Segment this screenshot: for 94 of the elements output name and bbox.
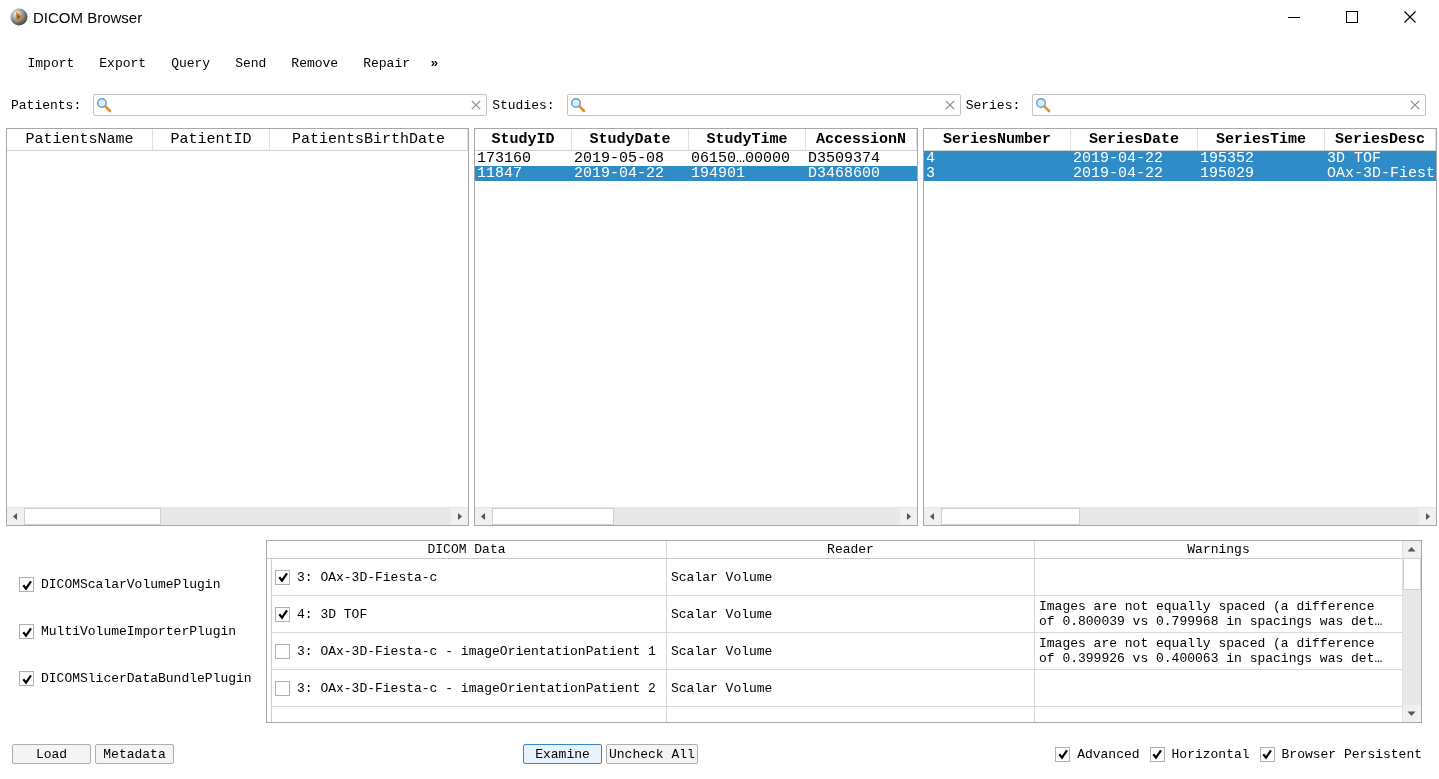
search-icon: [1035, 97, 1052, 113]
table-cell: 4: 3D TOF: [297, 606, 368, 622]
table-cell-text: OAx-3D-Fiest: [1326, 166, 1436, 181]
column-header[interactable]: PatientsBirthDate: [270, 129, 468, 150]
toolbar-button[interactable]: Send: [222, 51, 279, 75]
clear-icon[interactable]: [944, 100, 955, 110]
search-field[interactable]: [1032, 94, 1427, 116]
checkbox-label[interactable]: Horizontal: [1171, 746, 1250, 762]
maximize-icon[interactable]: [1346, 11, 1358, 23]
column-header[interactable]: StudyTime: [689, 129, 806, 150]
checkbox[interactable]: [19, 671, 34, 686]
table-cell: Scalar Volume: [671, 606, 773, 622]
clear-icon[interactable]: [1410, 100, 1421, 110]
column-header[interactable]: SeriesDesc: [1325, 129, 1436, 150]
checkbox[interactable]: [1149, 746, 1165, 762]
more-button[interactable]: »: [422, 51, 447, 75]
vertical-scrollbar[interactable]: [1402, 541, 1421, 722]
table-cell-text: 2019-04-22: [573, 166, 665, 181]
horizontal-scrollbar[interactable]: [7, 507, 468, 525]
filter-label: Studies:: [492, 97, 555, 113]
filter-label: Series:: [965, 97, 1021, 113]
checkbox[interactable]: [275, 643, 290, 659]
toolbar-button[interactable]: Repair: [350, 51, 423, 75]
table-cell-text: 11847: [476, 166, 523, 181]
toolbar-button[interactable]: Query: [158, 51, 223, 75]
checkbox[interactable]: [275, 569, 290, 585]
table-cell-text: 195029: [1199, 166, 1255, 181]
column-header[interactable]: Reader: [667, 541, 1035, 558]
checkbox-label[interactable]: DICOMSlicerDataBundlePlugin: [41, 671, 252, 686]
toolbar-button[interactable]: Import: [15, 51, 87, 75]
search-field[interactable]: [566, 94, 961, 116]
checkbox-label[interactable]: Browser Persistent: [1281, 746, 1422, 762]
table-row[interactable]: 3 2019-04-22 195029 OAx-3D-Fiest: [924, 166, 1436, 181]
action-button[interactable]: Uncheck All: [606, 744, 698, 764]
table-cell-text: 2019-05-08: [573, 151, 665, 166]
scrollbar-thumb[interactable]: [941, 508, 1080, 525]
toolbar-button[interactable]: Remove: [278, 51, 351, 75]
table-cell-text: 06150…00000: [690, 151, 792, 166]
table-cell-text: D3509374: [807, 151, 881, 166]
column-header[interactable]: SeriesTime: [1198, 129, 1325, 150]
checkbox-label[interactable]: Advanced: [1077, 746, 1140, 762]
app-logo-icon: [10, 8, 28, 26]
table-cell-text: 195352: [1199, 151, 1255, 166]
column-header[interactable]: AccessionN: [806, 129, 917, 150]
horizontal-scrollbar[interactable]: [924, 507, 1436, 525]
table-cell-text: 173160: [476, 151, 532, 166]
table-cell: 3: OAx-3D-Fiesta-c: [297, 569, 438, 585]
search-icon: [569, 97, 586, 113]
table-cell-text: 194901: [690, 166, 746, 181]
table-cell-text: 2019-04-22: [1072, 166, 1164, 181]
scrollbar-thumb[interactable]: [24, 508, 161, 525]
checkbox[interactable]: [1259, 746, 1275, 762]
filter-label: Patients:: [11, 97, 82, 113]
checkbox[interactable]: [275, 606, 290, 622]
table-cell-text: D3468600: [807, 166, 881, 181]
toolbar-button[interactable]: Export: [86, 51, 159, 75]
table-cell-text: 3: [925, 166, 936, 181]
column-header[interactable]: PatientsName: [7, 129, 153, 150]
table-cell: Scalar Volume: [671, 680, 773, 696]
table-cell-text: 3D TOF: [1326, 151, 1381, 166]
table-cell: Scalar Volume: [671, 569, 773, 585]
column-header[interactable]: DICOM Data: [267, 541, 667, 558]
checkbox[interactable]: [19, 577, 34, 592]
checkbox-label[interactable]: DICOMScalarVolumePlugin: [41, 577, 221, 592]
table-row[interactable]: 11847 2019-04-22 194901 D3468600: [475, 166, 917, 181]
window-title: DICOM Browser: [33, 8, 143, 26]
action-button[interactable]: Load: [12, 744, 91, 764]
column-header[interactable]: SeriesDate: [1071, 129, 1198, 150]
table-cell-text: 4: [925, 151, 936, 166]
scrollbar-thumb[interactable]: [492, 508, 615, 525]
scrollbar-thumb[interactable]: [1403, 558, 1421, 590]
search-field[interactable]: [93, 94, 488, 116]
clear-icon[interactable]: [471, 100, 482, 110]
table-cell: 3: OAx-3D-Fiesta-c - imageOrientationPatient 2: [297, 680, 656, 696]
action-button[interactable]: Examine: [523, 744, 602, 764]
checkbox-label[interactable]: MultiVolumeImporterPlugin: [41, 624, 237, 639]
column-header[interactable]: PatientID: [153, 129, 270, 150]
column-header[interactable]: SeriesNumber: [924, 129, 1071, 150]
column-header[interactable]: StudyID: [475, 129, 572, 150]
checkbox[interactable]: [275, 680, 290, 696]
horizontal-scrollbar[interactable]: [475, 507, 917, 525]
table-row[interactable]: 173160 2019-05-08 06150…00000 D3509374: [475, 151, 917, 166]
table-cell: Scalar Volume: [671, 643, 773, 659]
table-cell-text: Images are not equally spaced (a difference of 0.800039 vs 0.799968 in spacings was det…: [1039, 599, 1384, 629]
column-header[interactable]: StudyDate: [572, 129, 689, 150]
checkbox[interactable]: [19, 624, 34, 639]
checkbox[interactable]: [1055, 746, 1071, 762]
table-cell-text: 2019-04-22: [1072, 151, 1164, 166]
table-cell: 3: OAx-3D-Fiesta-c - imageOrientationPatient 1: [297, 643, 656, 659]
search-icon: [96, 97, 113, 113]
action-button[interactable]: Metadata: [95, 744, 174, 764]
table-cell-text: Images are not equally spaced (a difference of 0.399926 vs 0.400063 in spacings was det…: [1039, 636, 1384, 666]
table-row[interactable]: 4 2019-04-22 195352 3D TOF: [924, 151, 1436, 166]
close-icon[interactable]: [1404, 11, 1416, 23]
